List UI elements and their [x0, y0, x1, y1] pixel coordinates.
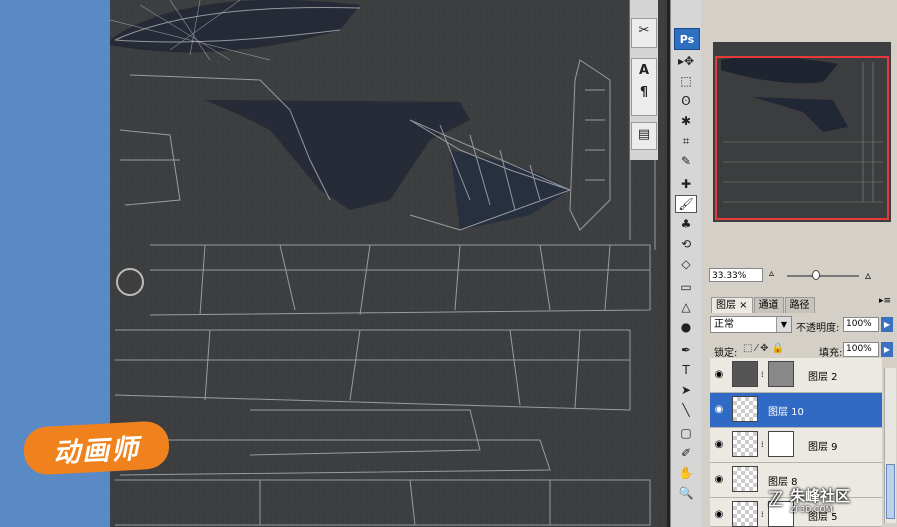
paragraph-palette-icon[interactable]: ¶: [632, 81, 656, 103]
animator-logo: 动画师: [22, 420, 171, 476]
magic-wand-icon[interactable]: ✱: [675, 112, 697, 130]
zoom-field[interactable]: 33.33%: [709, 268, 763, 282]
eyedropper-icon[interactable]: ✐: [675, 444, 697, 462]
mini-group-3: ▤: [631, 122, 657, 150]
history-brush-icon[interactable]: ⟲: [675, 235, 697, 253]
tab-paths[interactable]: 路径: [784, 297, 815, 313]
character-palette-icon[interactable]: A: [632, 59, 656, 81]
zoom-slider-thumb[interactable]: [812, 270, 820, 280]
blend-mode-select[interactable]: 正常 ▼: [710, 316, 792, 333]
healing-icon[interactable]: ✚: [675, 175, 697, 193]
layer-thumbnail: [732, 396, 758, 422]
layer-comps-icon[interactable]: ▤: [632, 123, 656, 145]
marquee-icon[interactable]: ⬚: [675, 72, 697, 90]
eye-icon[interactable]: ◉: [712, 508, 726, 522]
link-icon: ⁞: [761, 370, 764, 379]
watermark-icon: ℤ: [768, 487, 784, 511]
lock-icons[interactable]: ⬚⁄✥🔒: [743, 343, 787, 354]
eye-icon[interactable]: ◉: [712, 438, 726, 452]
zoom-slider[interactable]: [787, 275, 859, 277]
scissors-icon[interactable]: ✂: [632, 19, 656, 41]
panel-tabs: 图层 × 通道 路径: [711, 297, 816, 313]
layer-row-selected[interactable]: ◉ 图层 10: [710, 393, 882, 428]
layer-thumbnail: [732, 466, 758, 492]
path-select-icon[interactable]: ➤: [675, 381, 697, 399]
stamp-icon[interactable]: ♣: [675, 215, 697, 233]
document-canvas[interactable]: [110, 0, 667, 527]
eye-icon[interactable]: ◉: [712, 368, 726, 382]
zoom-out-icon[interactable]: ▵: [769, 268, 774, 279]
lasso-icon[interactable]: ʘ: [675, 92, 697, 110]
lock-label: 锁定:: [714, 348, 738, 359]
mini-group-1: ✂: [631, 18, 657, 48]
eye-icon[interactable]: ◉: [712, 473, 726, 487]
photoshop-logo[interactable]: Ps: [674, 28, 700, 50]
crop-icon[interactable]: ⌗: [675, 132, 697, 150]
watermark-text: 朱峰社区: [790, 487, 851, 505]
fill-field[interactable]: 100%: [843, 342, 879, 357]
layer-name: 图层 10: [768, 407, 804, 418]
blend-mode-value: 正常: [714, 319, 734, 330]
notes-icon[interactable]: ▢: [675, 424, 697, 442]
uv-texture-wireframe: [110, 0, 667, 527]
layer-thumbnail: [732, 431, 758, 457]
navigator-view-box[interactable]: [715, 56, 889, 220]
fill-arrow-icon[interactable]: ▶: [881, 342, 893, 357]
opacity-label: 不透明度:: [796, 323, 840, 334]
opacity-field[interactable]: 100%: [843, 317, 879, 332]
move-icon[interactable]: ▸✥: [675, 52, 697, 70]
zoom-icon[interactable]: 🔍: [675, 484, 697, 502]
slice-icon[interactable]: ✎: [675, 152, 697, 170]
gradient-icon[interactable]: ▭: [675, 278, 697, 296]
dodge-icon[interactable]: ●: [675, 318, 697, 336]
link-icon: ⁞: [761, 510, 764, 519]
panel-menu-icon[interactable]: ▸≡: [879, 296, 891, 306]
mini-group-2: A ¶: [631, 58, 657, 116]
layer-thumbnail: [732, 501, 758, 527]
blur-icon[interactable]: △: [675, 298, 697, 316]
pen-icon[interactable]: ✒: [675, 341, 697, 359]
line-icon[interactable]: ╲: [675, 401, 697, 419]
layer-thumbnail: [732, 361, 758, 387]
mask-thumbnail: [768, 431, 794, 457]
link-icon: ⁞: [761, 440, 764, 449]
layer-row[interactable]: ◉ ⁞ 图层 9: [710, 428, 882, 463]
layer-row[interactable]: ◉ ⁞ 图层 2: [710, 358, 882, 393]
chevron-down-icon: ▼: [776, 317, 791, 332]
type-icon[interactable]: T: [675, 361, 697, 379]
mini-tool-palette: ✂ A ¶ ▤: [630, 0, 658, 160]
layer-name: 图层 9: [808, 442, 838, 453]
layer-name: 图层 2: [808, 372, 838, 383]
brush-cursor: [116, 268, 144, 296]
hand-icon[interactable]: ✋: [675, 464, 697, 482]
watermark: ℤ 朱峰社区 ZF3D.COM: [768, 485, 893, 525]
eye-icon[interactable]: ◉: [712, 403, 726, 417]
opacity-arrow-icon[interactable]: ▶: [881, 317, 893, 332]
navigator-thumbnail[interactable]: [713, 42, 891, 222]
navigator-zoom-row: 33.33% ▵ ▵: [709, 268, 895, 284]
eraser-icon[interactable]: ◇: [675, 255, 697, 273]
watermark-subtext: ZF3D.COM: [790, 505, 833, 514]
brush-icon[interactable]: 🖌: [675, 195, 697, 213]
toolbox: Ps ▸✥ ⬚ ʘ ✱ ⌗ ✎ ✚ 🖌 ♣ ⟲ ◇ ▭ △ ● ✒ T ➤ ╲ ▢ ✐ ✋ 🔍: [670, 0, 701, 527]
right-panel: 33.33% ▵ ▵ 图层 × 通道 路径 ▸≡ 正常 ▼ 不透明度: 100%…: [701, 0, 897, 527]
tab-channels[interactable]: 通道: [753, 297, 784, 313]
zoom-in-icon[interactable]: ▵: [865, 268, 871, 282]
fill-label: 填充:: [819, 348, 843, 359]
logo-text: 动画师: [52, 433, 141, 469]
tab-layers[interactable]: 图层 ×: [711, 297, 753, 313]
mask-thumbnail: [768, 361, 794, 387]
